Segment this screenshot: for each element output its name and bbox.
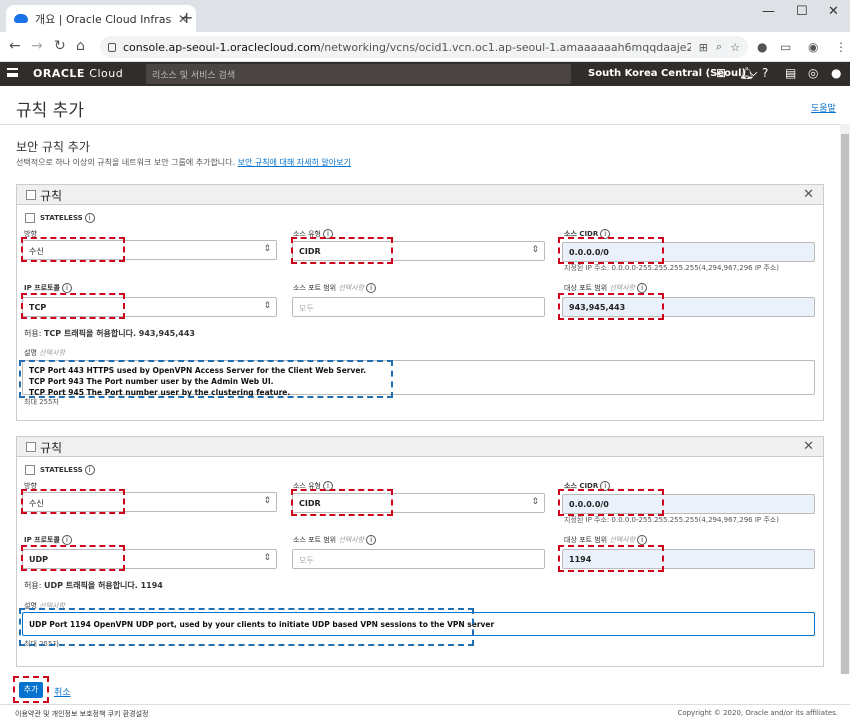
- browser-toolbar: ← → ↻ ⌂ console.ap-seoul-1.oraclecloud.c…: [0, 32, 850, 62]
- maximize-icon[interactable]: ☐: [796, 4, 808, 19]
- highlight-description-2: [19, 608, 474, 646]
- zoom-icon[interactable]: ⌕: [716, 40, 722, 54]
- cloud-shell-icon[interactable]: ⊡: [716, 66, 726, 80]
- media-icon[interactable]: ▭: [780, 40, 791, 54]
- add-button[interactable]: 추가: [19, 682, 43, 698]
- dest-port-label: 대상 포트 범위 선택사항 i: [564, 535, 648, 545]
- source-port-input[interactable]: 모두: [292, 549, 545, 569]
- highlight-dest-port-1: [558, 293, 664, 320]
- info-icon[interactable]: i: [637, 283, 648, 293]
- browser-tab-strip: 개요 | Oracle Cloud Infrastructu ✕ + — ☐ ✕: [0, 0, 850, 32]
- window-close-icon[interactable]: ✕: [828, 4, 839, 19]
- rule-collapse-checkbox[interactable]: [26, 190, 36, 200]
- rule-label: 규칙: [40, 189, 63, 203]
- browser-tab[interactable]: 개요 | Oracle Cloud Infrastructu ✕: [6, 5, 196, 32]
- header-divider: [0, 124, 840, 125]
- select-arrow-icon: ⇕: [263, 496, 271, 506]
- notification-bell-icon[interactable]: 🔔︎: [739, 66, 754, 80]
- tab-title: 개요 | Oracle Cloud Infrastructu: [35, 12, 172, 26]
- highlight-protocol-1: [21, 293, 125, 319]
- highlight-direction-1: [21, 237, 125, 262]
- rule-header: 규칙 ✕: [17, 185, 823, 205]
- url-text: console.ap-seoul-1.oraclecloud.com/netwo…: [123, 40, 691, 54]
- source-port-label: 소스 포트 범위 선택사항 i: [293, 535, 377, 545]
- address-bar[interactable]: console.ap-seoul-1.oraclecloud.com/netwo…: [100, 36, 748, 58]
- rule-collapse-checkbox[interactable]: [26, 442, 36, 452]
- allow-summary: 허용: TCP 트래픽을 허용합니다. 943,945,443: [24, 329, 195, 338]
- scrollbar-thumb[interactable]: [841, 134, 849, 674]
- ip-protocol-label: IP 프로토콜 i: [24, 283, 72, 293]
- footer-links[interactable]: 이용약관 및 개인정보 보호정책 쿠키 환경설정: [15, 709, 149, 719]
- page-footer: 이용약관 및 개인정보 보호정책 쿠키 환경설정 Copyright © 202…: [0, 704, 850, 720]
- navigation-menu-icon[interactable]: [7, 68, 18, 77]
- copyright: Copyright © 2020, Oracle and/or its affi…: [677, 709, 838, 717]
- highlight-source-type-2: [291, 489, 393, 516]
- dest-port-label: 대상 포트 범위 선택사항 i: [564, 283, 648, 293]
- bookmark-star-icon[interactable]: ☆: [730, 41, 740, 54]
- browser-menu-icon[interactable]: ⋮: [835, 40, 847, 54]
- cidr-hint: 지정된 IP 주소: 0.0.0.0-255.255.255.255(4,294…: [564, 516, 779, 524]
- rule-remove-icon[interactable]: ✕: [803, 439, 814, 454]
- rule-remove-icon[interactable]: ✕: [803, 187, 814, 202]
- source-port-input[interactable]: 모두: [292, 297, 545, 317]
- oracle-console-header: ORACLE Cloud 리소스 및 서비스 검색 South Korea Ce…: [0, 62, 850, 86]
- highlight-source-cidr-1: [558, 237, 664, 264]
- back-icon[interactable]: ←: [9, 38, 21, 54]
- extension-icon[interactable]: ●: [757, 40, 767, 54]
- info-icon[interactable]: i: [366, 283, 377, 293]
- cidr-hint: 지정된 IP 주소: 0.0.0.0-255.255.255.255(4,294…: [564, 264, 779, 272]
- highlight-direction-2: [21, 489, 125, 514]
- help-icon[interactable]: ?: [762, 66, 768, 80]
- ip-protocol-label: IP 프로토콜 i: [24, 535, 72, 545]
- lock-icon: [108, 42, 116, 52]
- info-icon[interactable]: i: [637, 535, 648, 545]
- help-link[interactable]: 도움말: [811, 101, 836, 114]
- highlight-source-cidr-2: [558, 489, 664, 516]
- forward-icon[interactable]: →: [31, 38, 43, 54]
- profile-avatar-icon[interactable]: ◉: [808, 40, 818, 54]
- highlight-protocol-2: [21, 545, 125, 571]
- stateless-checkbox[interactable]: [25, 465, 35, 475]
- info-icon[interactable]: i: [61, 283, 72, 293]
- user-profile-icon[interactable]: ●: [831, 66, 841, 80]
- section-description: 선택적으로 하나 이상의 규칙을 네트워크 보안 그룹에 추가합니다. 보안 규…: [16, 158, 351, 167]
- source-port-label: 소스 포트 범위 선택사항 i: [293, 283, 377, 293]
- info-icon[interactable]: i: [366, 535, 377, 545]
- cancel-link[interactable]: 취소: [54, 685, 71, 698]
- stateless-label: STATELESS i: [40, 213, 95, 223]
- select-arrow-icon: ⇕: [531, 497, 539, 507]
- rule-header: 규칙 ✕: [17, 437, 823, 457]
- stateless-checkbox[interactable]: [25, 213, 35, 223]
- highlight-dest-port-2: [558, 545, 664, 572]
- max-length-hint: 최대 255자: [24, 398, 59, 406]
- select-arrow-icon: ⇕: [531, 245, 539, 255]
- home-icon[interactable]: ⌂: [76, 38, 85, 54]
- stateless-label: STATELESS i: [40, 465, 95, 475]
- highlight-source-type-1: [291, 237, 393, 264]
- rule-label: 규칙: [40, 441, 63, 455]
- allow-summary: 허용: UDP 트래픽을 허용합니다. 1194: [24, 581, 163, 590]
- select-arrow-icon: ⇕: [263, 244, 271, 254]
- language-globe-icon[interactable]: ◎: [808, 66, 818, 80]
- region-selector[interactable]: South Korea Central (Seoul) ⌵: [588, 68, 757, 79]
- translate-icon[interactable]: ⊞: [699, 41, 708, 54]
- oracle-cloud-logo[interactable]: ORACLE Cloud: [33, 67, 123, 80]
- new-tab-icon[interactable]: +: [180, 8, 193, 27]
- info-icon[interactable]: i: [84, 213, 95, 223]
- description-label: 설명 선택사항: [24, 349, 65, 357]
- section-title: 보안 규칙 추가: [16, 140, 90, 154]
- oracle-cloud-favicon-icon: [14, 14, 28, 23]
- minimize-icon[interactable]: —: [762, 4, 775, 19]
- resource-search-input[interactable]: 리소스 및 서비스 검색: [146, 64, 571, 84]
- select-arrow-icon: ⇕: [263, 301, 271, 311]
- select-arrow-icon: ⇕: [263, 553, 271, 563]
- learn-more-link[interactable]: 보안 규칙에 대해 자세히 알아보기: [238, 158, 351, 167]
- info-icon[interactable]: i: [61, 535, 72, 545]
- highlight-description-1: [19, 360, 393, 398]
- page-scrollbar[interactable]: [840, 124, 850, 674]
- info-icon[interactable]: i: [84, 465, 95, 475]
- chat-icon[interactable]: ▤: [785, 66, 796, 80]
- reload-icon[interactable]: ↻: [54, 38, 66, 54]
- page-title: 규칙 추가: [16, 101, 84, 121]
